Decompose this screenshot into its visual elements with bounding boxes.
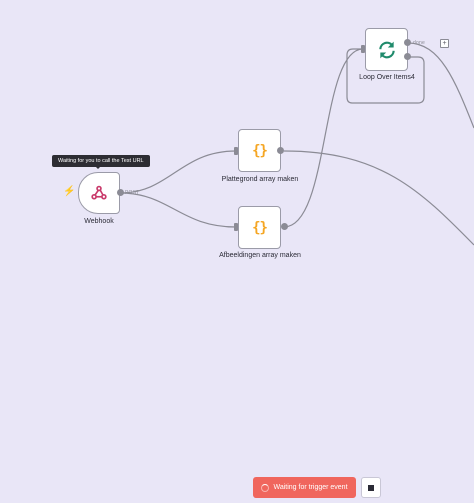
code-braces-icon: {} <box>252 219 268 236</box>
afbeeldingen-node-label: Afbeeldingen array maken <box>219 252 301 259</box>
plattegrond-node[interactable]: {} <box>238 129 281 172</box>
tooltip-arrow <box>95 166 101 169</box>
spinner-icon <box>261 483 270 492</box>
loop-arrows-icon <box>378 41 395 58</box>
loop-done-output-handle[interactable] <box>404 39 411 46</box>
waiting-for-trigger-label: Waiting for trigger event <box>273 484 348 491</box>
workflow-canvas[interactable]: Waiting for you to call the Test URL ⚡ P… <box>0 0 474 503</box>
loop-output-handle[interactable] <box>404 53 411 60</box>
plattegrond-output-handle[interactable] <box>277 147 284 154</box>
webhook-icon <box>91 185 107 200</box>
connection-plattegrond-offscreen <box>283 150 474 246</box>
waiting-for-trigger-button[interactable]: Waiting for trigger event <box>253 477 356 498</box>
afbeeldingen-output-handle[interactable] <box>281 223 288 230</box>
trigger-bolt-icon: ⚡ <box>63 186 76 197</box>
loop-done-label: done <box>413 40 425 46</box>
plattegrond-node-label: Plattegrond array maken <box>221 176 299 183</box>
loop-node[interactable] <box>365 28 408 71</box>
afbeeldingen-node[interactable]: {} <box>238 206 281 249</box>
webhook-output-label: POST <box>125 190 140 196</box>
webhook-node[interactable] <box>78 172 120 214</box>
connection-loop-done-offscreen <box>407 42 474 129</box>
stop-icon <box>368 484 374 491</box>
code-braces-icon: {} <box>252 142 268 159</box>
webhook-node-label: Webhook <box>84 218 114 225</box>
connection-afbeeldingen-loop <box>283 48 364 228</box>
add-node-button[interactable]: + <box>440 39 449 48</box>
connection-webhook-afbeeldingen <box>119 192 237 228</box>
webhook-output-handle[interactable] <box>117 189 124 196</box>
stop-button[interactable] <box>361 477 381 498</box>
loop-node-label: Loop Over Items4 <box>359 74 415 81</box>
